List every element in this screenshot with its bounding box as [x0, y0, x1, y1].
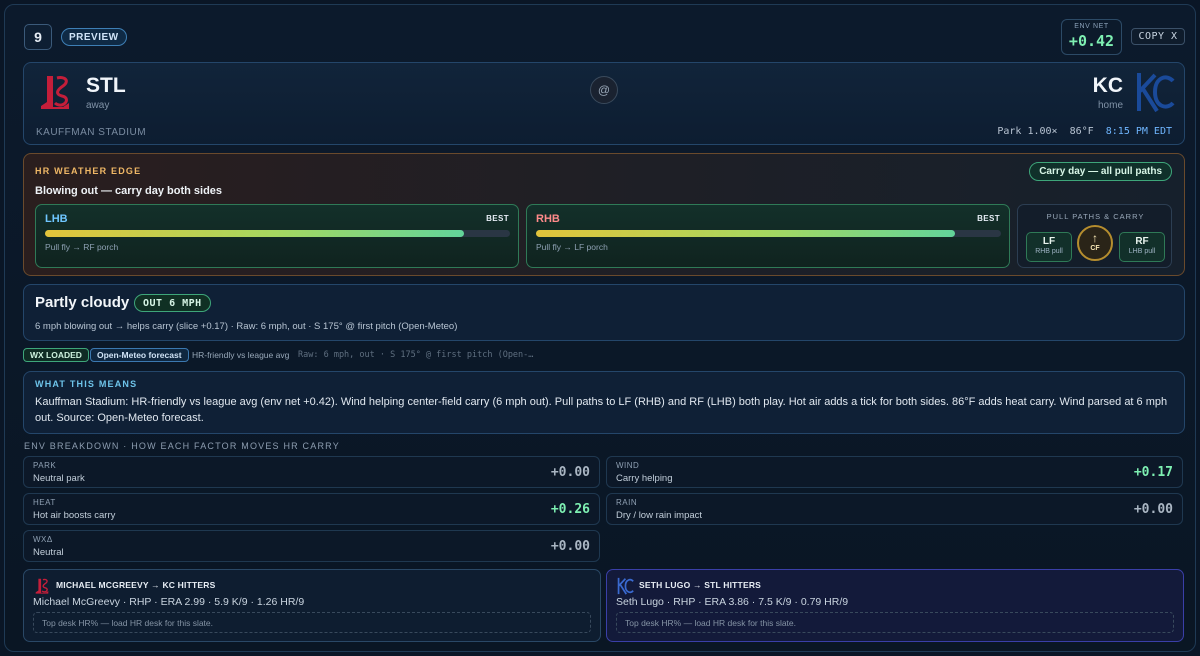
factor-desc: Carry helping: [616, 473, 673, 484]
factor-desc: Neutral: [33, 547, 64, 558]
hr-desk-note[interactable]: Top desk HR% — load HR desk for this sla…: [33, 612, 591, 633]
rhb-card: RHB BEST Pull fly → LF porch: [526, 204, 1010, 268]
lhb-card: LHB BEST Pull fly → RF porch: [35, 204, 519, 268]
home-team-abbr: KC: [1092, 74, 1123, 97]
copy-button[interactable]: COPY X: [1131, 28, 1185, 45]
lf-sub: RHB pull: [1035, 248, 1063, 255]
cf-indicator: ↑ CF: [1077, 225, 1113, 261]
carry-day-badge: Carry day — all pull paths: [1029, 162, 1172, 181]
rhb-best-tag: BEST: [977, 214, 1000, 223]
factor-key: HEAT: [33, 498, 56, 507]
edge-summary: Blowing out — carry day both sides: [35, 185, 223, 197]
pitcher-stats: Michael McGreevy · RHP · ERA 2.99 · 5.9 …: [33, 596, 305, 608]
lf-chip: LF RHB pull: [1026, 232, 1072, 262]
source-tag: Open-Meteo forecast: [90, 348, 189, 362]
lhb-carry-bar: [45, 230, 510, 237]
game-time: 8:15 PM EDT: [1105, 126, 1172, 137]
raw-wind-text: Raw: 6 mph, out · S 175° @ first pitch (…: [298, 350, 534, 360]
wind-description: 6 mph blowing out → helps carry (slice +…: [35, 321, 458, 332]
factor-desc: Neutral park: [33, 473, 85, 484]
pitcher-header: MICHAEL MCGREEVY → KC HITTERS: [56, 580, 216, 590]
venue-name: KAUFFMAN STADIUM: [36, 127, 147, 138]
away-team-abbr: STL: [86, 74, 126, 97]
sky-condition: Partly cloudy: [35, 294, 130, 311]
stl-logo-icon: [41, 76, 69, 109]
rhb-label: RHB: [536, 213, 560, 225]
lhb-note: Pull fly → RF porch: [45, 242, 119, 252]
hr-weather-edge-panel: HR WEATHER EDGE Blowing out — carry day …: [23, 153, 1185, 276]
conditions-panel: Partly cloudy OUT 6 MPH 6 mph blowing ou…: [23, 284, 1185, 341]
factor-wx: WXΔ Neutral +0.00: [23, 530, 600, 562]
park-info: Park 1.00× 86°F 8:15 PM EDT: [997, 126, 1172, 137]
pitcher-header: SETH LUGO → STL HITTERS: [639, 580, 762, 590]
factor-value: +0.00: [550, 539, 590, 554]
wx-loaded-tag: WX LOADED: [23, 348, 89, 362]
rhb-note: Pull fly → LF porch: [536, 242, 608, 252]
stl-logo-icon: [35, 578, 49, 594]
factor-heat: HEAT Hot air boosts carry +0.26: [23, 493, 600, 525]
env-net-label: ENV NET: [1074, 23, 1109, 30]
factor-key: RAIN: [616, 498, 638, 507]
factor-key: WIND: [616, 461, 640, 470]
away-team-role: away: [86, 100, 110, 111]
home-pitcher-card: SETH LUGO → STL HITTERS Seth Lugo · RHP …: [606, 569, 1184, 642]
matchup-card: STL away @ KC home KAUFFMAN STADIUM Park…: [23, 62, 1185, 145]
edge-title: HR WEATHER EDGE: [35, 166, 142, 176]
means-text: Kauffman Stadium: HR-friendly vs league …: [35, 396, 1168, 424]
factor-value: +0.00: [1133, 502, 1173, 517]
lhb-label: LHB: [45, 213, 68, 225]
temperature: 86°F: [1069, 126, 1094, 137]
pull-paths-box: PULL PATHS & CARRY LF RHB pull ↑ CF RF L…: [1017, 204, 1172, 268]
env-breakdown-title: ENV BREAKDOWN · HOW EACH FACTOR MOVES HR…: [24, 441, 340, 451]
kc-logo-icon: [617, 577, 634, 595]
pull-paths-title: PULL PATHS & CARRY: [1046, 212, 1145, 221]
cf-label: CF: [1090, 245, 1100, 252]
factor-park: PARK Neutral park +0.00: [23, 456, 600, 488]
env-net-box: ENV NET +0.42: [1061, 19, 1122, 55]
factor-value: +0.17: [1133, 465, 1173, 480]
means-title: WHAT THIS MEANS: [35, 379, 138, 389]
rf-chip: RF LHB pull: [1119, 232, 1165, 262]
factor-key: WXΔ: [33, 535, 53, 544]
hr-desk-note[interactable]: Top desk HR% — load HR desk for this sla…: [616, 612, 1174, 633]
what-this-means-panel: WHAT THIS MEANS Kauffman Stadium: HR-fri…: [23, 371, 1185, 434]
lhb-best-tag: BEST: [486, 214, 509, 223]
game-number-badge: 9: [24, 24, 52, 50]
factor-desc: Hot air boosts carry: [33, 510, 116, 521]
rhb-carry-fill: [536, 230, 955, 237]
rhb-carry-bar: [536, 230, 1001, 237]
factor-rain: RAIN Dry / low rain impact +0.00: [606, 493, 1183, 525]
kc-logo-icon: [1137, 73, 1175, 113]
factor-key: PARK: [33, 461, 57, 470]
game-card: 9 PREVIEW ENV NET +0.42 COPY X STL away …: [4, 4, 1196, 652]
env-net-value: +0.42: [1068, 32, 1115, 50]
lhb-carry-fill: [45, 230, 464, 237]
up-arrow-icon: ↑: [1092, 231, 1098, 245]
factor-wind: WIND Carry helping +0.17: [606, 456, 1183, 488]
wind-badge: OUT 6 MPH: [134, 294, 211, 312]
status-badge: PREVIEW: [61, 28, 127, 46]
factor-value: +0.00: [550, 465, 590, 480]
home-team-role: home: [1097, 100, 1123, 111]
rf-label: RF: [1135, 236, 1149, 247]
factor-value: +0.26: [550, 502, 590, 517]
park-factor: Park 1.00×: [997, 126, 1058, 137]
away-pitcher-card: MICHAEL MCGREEVY → KC HITTERS Michael Mc…: [23, 569, 601, 642]
at-symbol: @: [590, 76, 618, 104]
pitcher-stats: Seth Lugo · RHP · ERA 3.86 · 7.5 K/9 · 0…: [616, 596, 849, 608]
factor-desc: Dry / low rain impact: [616, 510, 703, 521]
league-note: HR-friendly vs league avg: [192, 350, 290, 360]
lf-label: LF: [1042, 236, 1056, 247]
rf-sub: LHB pull: [1128, 248, 1156, 255]
